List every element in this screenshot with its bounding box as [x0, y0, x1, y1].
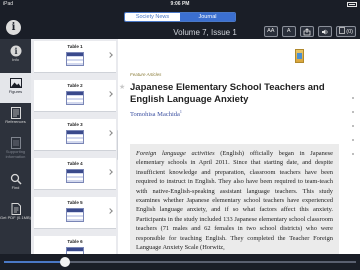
download-icon [338, 27, 345, 34]
figure-title: Table 2 [67, 83, 83, 88]
sidebar-item-references[interactable]: References [0, 103, 31, 133]
sidebar-item-info[interactable]: i Info [0, 41, 31, 71]
sidebar-item-label: Get PDF (0.1MB) [0, 215, 31, 220]
sidebar: i Info Figures References Supporting inf… [0, 39, 31, 254]
pdf-count: (0) [346, 29, 353, 35]
search-icon [10, 173, 22, 185]
figure-card-table-1[interactable]: Table 1 [34, 41, 116, 73]
sidebar-item-label: Find [11, 185, 20, 190]
scrubber-progress-fill [4, 261, 68, 263]
figure-title: Table 6 [67, 239, 83, 244]
abstract-lead: Foreign language activities [136, 150, 215, 157]
journal-badge-image [295, 49, 304, 63]
figure-card-table-6[interactable]: Table 6 [34, 236, 116, 254]
battery-icon [347, 0, 357, 7]
page-scrubber-knob[interactable] [60, 257, 70, 267]
segment-journal[interactable]: Journal [180, 13, 235, 21]
favorite-star-icon[interactable]: ★ [119, 83, 125, 91]
sidebar-item-find[interactable]: Find [0, 169, 31, 199]
text-size-button[interactable]: AA [263, 26, 278, 37]
share-button[interactable] [299, 26, 314, 37]
references-icon [10, 107, 21, 119]
info-icon: i [10, 45, 21, 57]
figure-title: Table 5 [67, 200, 83, 205]
table-thumbnail [66, 91, 84, 105]
page-scrubber-bar [0, 254, 360, 270]
article-reader[interactable]: Feature Articles ★ Japanese Elementary S… [118, 39, 360, 254]
speaker-icon [321, 29, 328, 35]
author-name: Tomohisa Machida [130, 111, 180, 119]
sidebar-item-label: Supporting information [5, 149, 26, 159]
table-thumbnail [66, 130, 84, 144]
chevron-right-icon [107, 208, 113, 214]
sidebar-item-get-pdf[interactable]: Get PDF (0.1MB) [0, 199, 31, 229]
sidebar-item-supporting-information[interactable]: Supporting information [0, 133, 31, 163]
abstract-text: (English) officially began in Japanese e… [136, 150, 333, 252]
pdf-downloads-button[interactable]: (0) [335, 26, 356, 37]
info-icon[interactable]: i [6, 20, 21, 35]
segment-society-news[interactable]: Society News [125, 13, 180, 21]
sidebar-item-label: Figures [8, 89, 23, 94]
figure-title: Table 3 [67, 122, 83, 127]
figure-card-table-5[interactable]: Table 5 [34, 197, 116, 229]
pdf-icon [11, 203, 21, 215]
clock: 9:06 PM [170, 1, 190, 7]
sidebar-item-label: References [5, 119, 26, 124]
table-thumbnail [66, 169, 84, 183]
table-thumbnail [66, 208, 84, 222]
article-title: Japanese Elementary School Teachers and … [130, 82, 325, 105]
toolbar: AA A (0) [263, 26, 356, 37]
page-scrubber-track[interactable] [4, 261, 356, 263]
abstract-view-button[interactable]: A [281, 26, 296, 37]
author-affiliation-mark: 1 [179, 109, 182, 114]
share-icon [303, 28, 311, 36]
supporting-icon [10, 137, 21, 149]
chevron-right-icon [107, 169, 113, 175]
figure-card-table-2[interactable]: Table 2 [34, 80, 116, 112]
top-navigation-bar: Society News Journal i Volume 7, Issue 1… [0, 9, 360, 39]
figures-panel: Table 1 Table 2 Table 3 Table 4 Table 5 … [31, 39, 118, 254]
table-thumbnail [66, 52, 84, 66]
status-bar: iPad 9:06 PM [0, 0, 360, 9]
figures-icon [9, 78, 22, 88]
figure-card-table-3[interactable]: Table 3 [34, 119, 116, 151]
chevron-right-icon [107, 52, 113, 58]
figure-title: Table 1 [67, 44, 83, 49]
svg-text:i: i [14, 46, 17, 56]
article-category: Feature Articles [130, 72, 162, 77]
article-author[interactable]: Tomohisa Machida1 [130, 109, 182, 118]
sidebar-item-figures[interactable]: Figures [0, 73, 31, 103]
figure-card-table-4[interactable]: Table 4 [34, 158, 116, 190]
audio-button[interactable] [317, 26, 332, 37]
table-thumbnail [66, 247, 84, 254]
sidebar-item-label: Info [12, 57, 19, 62]
section-segmented-control: Society News Journal [124, 12, 236, 22]
figure-title: Table 4 [67, 161, 83, 166]
chevron-right-icon [107, 130, 113, 136]
chevron-right-icon [107, 91, 113, 97]
section-navigation-dots[interactable] [352, 97, 356, 167]
abstract-box: Foreign language activities (English) of… [130, 144, 339, 254]
